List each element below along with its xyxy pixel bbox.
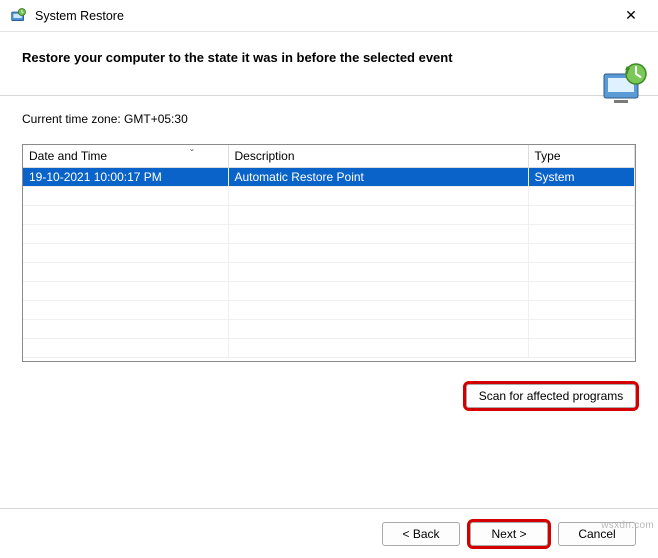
next-button[interactable]: Next > bbox=[470, 522, 548, 546]
table-row-empty: . bbox=[23, 339, 635, 358]
cell-type: System bbox=[528, 168, 635, 187]
table-row-empty: . bbox=[23, 187, 635, 206]
column-header-description[interactable]: Description bbox=[228, 145, 528, 168]
wizard-header: Restore your computer to the state it wa… bbox=[0, 32, 658, 96]
sort-descending-icon: ⌄ bbox=[189, 144, 196, 153]
column-header-type[interactable]: Type bbox=[528, 145, 635, 168]
column-header-date[interactable]: Date and Time ⌄ bbox=[23, 145, 228, 168]
system-restore-large-icon bbox=[600, 60, 648, 108]
title-bar: System Restore ✕ bbox=[0, 0, 658, 32]
table-row-empty: . bbox=[23, 244, 635, 263]
table-row-empty: . bbox=[23, 320, 635, 339]
cell-date: 19-10-2021 10:00:17 PM bbox=[23, 168, 228, 187]
table-row-empty: . bbox=[23, 263, 635, 282]
cell-desc: Automatic Restore Point bbox=[228, 168, 528, 187]
watermark: wsxdn.com bbox=[601, 520, 654, 531]
scan-affected-programs-button[interactable]: Scan for affected programs bbox=[466, 384, 636, 408]
table-row-empty: . bbox=[23, 206, 635, 225]
restore-points-table[interactable]: Date and Time ⌄ Description Type 19-10-2… bbox=[22, 144, 636, 362]
table-row-empty: . bbox=[23, 225, 635, 244]
back-button[interactable]: < Back bbox=[382, 522, 460, 546]
table-row-empty: . bbox=[23, 301, 635, 320]
window-title: System Restore bbox=[35, 9, 610, 23]
page-headline: Restore your computer to the state it wa… bbox=[22, 50, 636, 65]
wizard-content: Current time zone: GMT+05:30 Date and Ti… bbox=[0, 96, 658, 418]
wizard-footer: < Back Next > Cancel bbox=[0, 508, 658, 558]
timezone-label: Current time zone: GMT+05:30 bbox=[22, 112, 636, 126]
table-row-empty: . bbox=[23, 282, 635, 301]
column-header-date-label: Date and Time bbox=[29, 149, 107, 163]
scan-button-row: Scan for affected programs bbox=[22, 384, 636, 408]
system-restore-icon bbox=[10, 7, 27, 24]
table-row[interactable]: 19-10-2021 10:00:17 PM Automatic Restore… bbox=[23, 168, 635, 187]
close-button[interactable]: ✕ bbox=[610, 1, 652, 31]
